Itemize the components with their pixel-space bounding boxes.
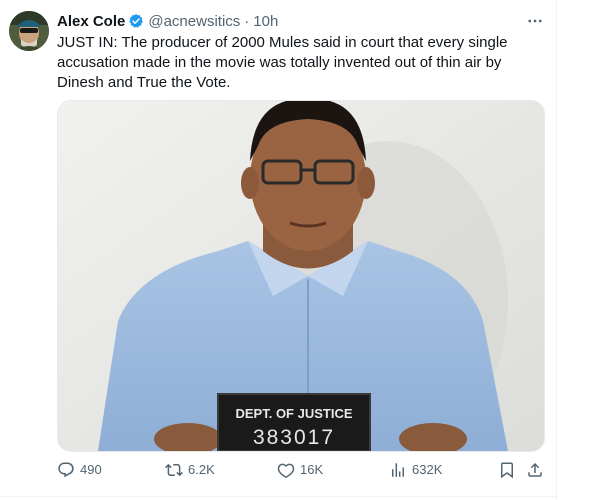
tweet-media-image[interactable]: DEPT. OF JUSTICE 383017 (57, 100, 545, 452)
bookmark-icon (501, 462, 513, 479)
repost-button[interactable]: 6.2K (165, 459, 215, 481)
views-count: 632K (412, 462, 443, 477)
views-chart-icon (392, 463, 404, 477)
like-button[interactable]: 16K (277, 459, 323, 481)
avatar[interactable] (9, 11, 49, 51)
share-button[interactable] (526, 459, 549, 481)
like-count: 16K (300, 462, 324, 477)
tweet-text: JUST IN: The producer of 2000 Mules said… (57, 34, 508, 91)
tweet[interactable]: Alex Cole @acnewsitics · 10h JUST IN: Th… (0, 0, 556, 496)
reply-icon (58, 462, 74, 478)
views-button[interactable]: 632K (389, 459, 442, 481)
column-divider (556, 0, 557, 500)
tweet-timestamp[interactable]: 10h (253, 13, 278, 30)
placard-line1: DEPT. OF JUSTICE (235, 406, 352, 421)
author-handle[interactable]: @acnewsitics (148, 13, 240, 30)
reply-count: 490 (80, 462, 102, 477)
heart-icon (277, 463, 295, 479)
share-icon (528, 462, 542, 477)
header-separator: · (244, 12, 250, 30)
reply-button[interactable]: 490 (57, 459, 102, 481)
tweet-actions: 490 6.2K 16K 632K (57, 459, 547, 481)
placard-line2: 383017 (253, 426, 335, 449)
verified-badge-icon (128, 13, 144, 29)
repost-icon (165, 463, 183, 477)
repost-count: 6.2K (188, 462, 215, 477)
bookmark-button[interactable] (498, 459, 521, 481)
tweet-header: Alex Cole @acnewsitics · 10h (57, 12, 278, 30)
author-name[interactable]: Alex Cole (57, 13, 125, 30)
more-options-icon[interactable] (524, 10, 546, 32)
tweet-divider (0, 496, 556, 497)
